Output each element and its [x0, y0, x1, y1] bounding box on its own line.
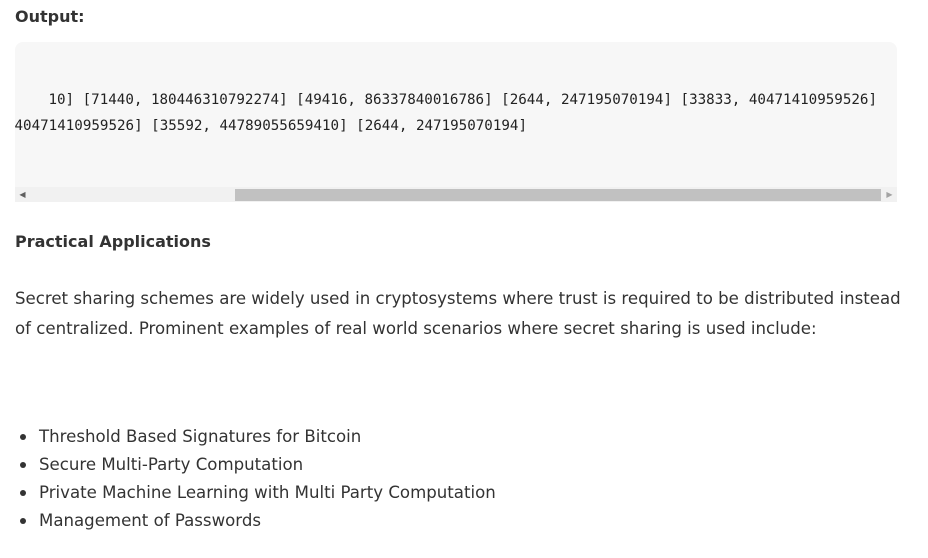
- scroll-left-arrow-icon[interactable]: ◀: [15, 187, 30, 202]
- list-item-text: Private Machine Learning with Multi Part…: [39, 483, 496, 502]
- list-item-text: Threshold Based Signatures for Bitcoin: [39, 427, 362, 446]
- list-item: Threshold Based Signatures for Bitcoin: [17, 423, 496, 451]
- section-heading: Practical Applications: [15, 232, 211, 251]
- horizontal-scrollbar[interactable]: ◀ ▶: [15, 187, 897, 202]
- section-paragraph: Secret sharing schemes are widely used i…: [15, 289, 901, 338]
- list-item: Secure Multi-Party Computation: [17, 451, 496, 479]
- output-label: Output:: [15, 7, 85, 26]
- list-item: Management of Passwords: [17, 507, 496, 535]
- bullet-icon: [20, 434, 26, 440]
- bullet-icon: [20, 490, 26, 496]
- code-viewport: 10] [71440, 180446310792274] [49416, 863…: [15, 42, 897, 187]
- bullet-icon: [20, 518, 26, 524]
- code-output-line-1: 10] [71440, 180446310792274] [49416, 863…: [48, 92, 877, 108]
- list-item-text: Management of Passwords: [39, 511, 262, 530]
- code-output-line-2: 40471410959526] [35592, 44789055659410] …: [15, 118, 527, 134]
- applications-list: Threshold Based Signatures for Bitcoin S…: [17, 423, 496, 535]
- bullet-icon: [20, 462, 26, 468]
- scrollbar-thumb[interactable]: [235, 189, 881, 201]
- list-item: Private Machine Learning with Multi Part…: [17, 479, 496, 507]
- list-item-text: Secure Multi-Party Computation: [39, 455, 304, 474]
- scroll-right-arrow-icon[interactable]: ▶: [882, 187, 897, 202]
- code-output-block[interactable]: 10] [71440, 180446310792274] [49416, 863…: [15, 42, 897, 202]
